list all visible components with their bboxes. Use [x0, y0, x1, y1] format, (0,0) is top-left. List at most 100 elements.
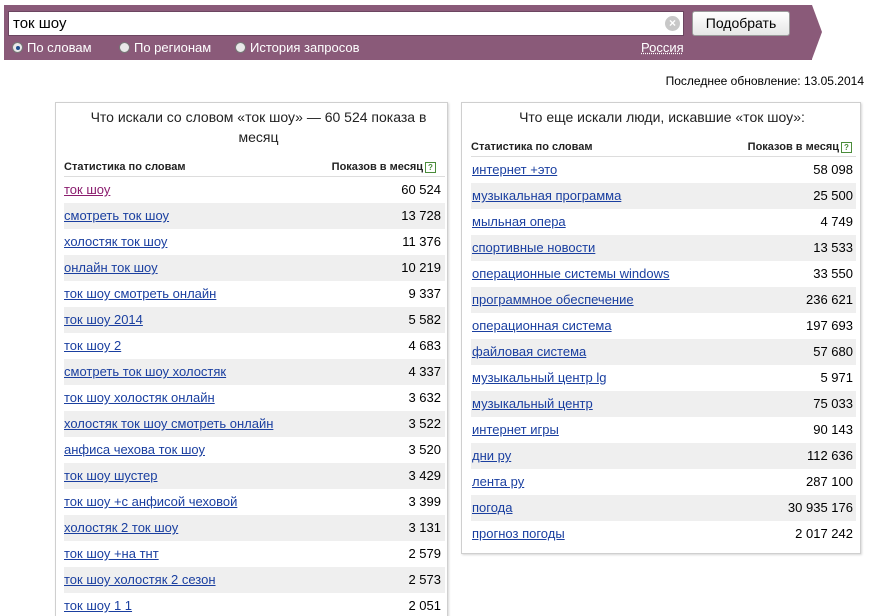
col-count-label: Показов в месяц — [747, 141, 839, 153]
table-row: холостяк ток шоу смотреть онлайн 3 522 — [64, 411, 445, 437]
keyword-link[interactable]: ток шоу 2014 — [64, 307, 143, 333]
impressions-count: 9 337 — [408, 286, 441, 301]
keyword-link[interactable]: ток шоу холостяк 2 сезон — [64, 567, 216, 593]
keyword-link[interactable]: онлайн ток шоу — [64, 255, 158, 281]
table-row: интернет +это 58 098 — [471, 157, 856, 183]
region-link[interactable]: Россия — [641, 40, 684, 55]
table-row: программное обеспечение 236 621 — [471, 287, 856, 313]
keyword-link[interactable]: музыкальный центр — [472, 391, 593, 417]
help-icon[interactable]: ? — [841, 142, 852, 153]
keyword-link[interactable]: холостяк ток шоу смотреть онлайн — [64, 411, 273, 437]
impressions-count: 2 051 — [408, 598, 441, 613]
keyword-link[interactable]: ток шоу +с анфисой чеховой — [64, 489, 237, 515]
keyword-link[interactable]: ток шоу 1 1 — [64, 593, 132, 616]
table-row: интернет игры 90 143 — [471, 417, 856, 443]
table-row: холостяк ток шоу 11 376 — [64, 229, 445, 255]
impressions-count: 2 579 — [408, 546, 441, 561]
keyword-link[interactable]: ток шоу 2 — [64, 333, 121, 359]
mode-by-words[interactable]: По словам — [12, 40, 92, 55]
impressions-count: 3 520 — [408, 442, 441, 457]
table-row: смотреть ток шоу холостяк 4 337 — [64, 359, 445, 385]
radio-icon[interactable] — [235, 42, 246, 53]
table-row: дни ру 112 636 — [471, 443, 856, 469]
table-row: прогноз погоды 2 017 242 — [471, 521, 856, 547]
impressions-count: 3 632 — [408, 390, 441, 405]
keyword-link[interactable]: ток шоу +на тнт — [64, 541, 159, 567]
impressions-count: 3 131 — [408, 520, 441, 535]
keyword-link[interactable]: анфиса чехова ток шоу — [64, 437, 205, 463]
submit-button[interactable]: Подобрать — [692, 11, 790, 36]
table-row: ток шоу холостяк онлайн 3 632 — [64, 385, 445, 411]
keyword-link[interactable]: интернет игры — [472, 417, 559, 443]
impressions-count: 58 098 — [813, 162, 853, 177]
impressions-count: 11 376 — [402, 234, 441, 249]
keyword-link[interactable]: интернет +это — [472, 157, 557, 183]
table-row: операционные системы windows 33 550 — [471, 261, 856, 287]
keyword-link[interactable]: холостяк 2 ток шоу — [64, 515, 178, 541]
keyword-link[interactable]: смотреть ток шоу холостяк — [64, 359, 226, 385]
table-row: спортивные новости 13 533 — [471, 235, 856, 261]
col-count-label: Показов в месяц — [331, 161, 423, 173]
keyword-link[interactable]: прогноз погоды — [472, 521, 565, 547]
last-update-text: Последнее обновление: 13.05.2014 — [665, 74, 864, 88]
keyword-link[interactable]: операционная система — [472, 313, 612, 339]
impressions-count: 2 017 242 — [795, 526, 853, 541]
search-input[interactable] — [9, 12, 659, 35]
table-row: мыльная опера 4 749 — [471, 209, 856, 235]
mode-history[interactable]: История запросов — [235, 40, 360, 55]
keyword-link[interactable]: файловая система — [472, 339, 586, 365]
keyword-link[interactable]: музыкальная программа — [472, 183, 621, 209]
radio-icon[interactable] — [119, 42, 130, 53]
keyword-link[interactable]: музыкальный центр lg — [472, 365, 606, 391]
radio-selected-icon[interactable] — [12, 42, 23, 53]
impressions-count: 10 219 — [401, 260, 441, 275]
table-row: лента ру 287 100 — [471, 469, 856, 495]
words-panel-title: Что искали со словом «ток шоу» — 60 524 … — [90, 109, 427, 145]
impressions-count: 2 573 — [408, 572, 441, 587]
keyword-link[interactable]: ток шоу шустер — [64, 463, 158, 489]
header-arrow-decoration — [812, 5, 822, 59]
impressions-count: 25 500 — [813, 188, 853, 203]
keyword-link[interactable]: погода — [472, 495, 513, 521]
table-row: ток шоу 1 1 2 051 — [64, 593, 445, 616]
keyword-link[interactable]: ток шоу холостяк онлайн — [64, 385, 215, 411]
table-row: ток шоу +с анфисой чеховой 3 399 — [64, 489, 445, 515]
keyword-link[interactable]: ток шоу смотреть онлайн — [64, 281, 216, 307]
table-row: погода 30 935 176 — [471, 495, 856, 521]
impressions-count: 60 524 — [401, 182, 441, 197]
keyword-link[interactable]: спортивные новости — [472, 235, 595, 261]
words-table: ток шоу 60 524 смотреть ток шоу 13 728 холос… — [64, 177, 445, 616]
keyword-link[interactable]: дни ру — [472, 443, 511, 469]
impressions-count: 5 582 — [408, 312, 441, 327]
related-panel: Что еще искали люди, искавшие «ток шоу»:… — [461, 102, 861, 554]
impressions-count: 13 533 — [813, 240, 853, 255]
impressions-count: 33 550 — [813, 266, 853, 281]
help-icon[interactable]: ? — [425, 162, 436, 173]
keyword-link[interactable]: холостяк ток шоу — [64, 229, 167, 255]
table-row: ток шоу +на тнт 2 579 — [64, 541, 445, 567]
table-row: холостяк 2 ток шоу 3 131 — [64, 515, 445, 541]
impressions-count: 287 100 — [806, 474, 853, 489]
keyword-link[interactable]: смотреть ток шоу — [64, 203, 169, 229]
keyword-link[interactable]: программное обеспечение — [472, 287, 634, 313]
col-keyword-header: Статистика по словам — [471, 141, 593, 153]
keyword-link[interactable]: лента ру — [472, 469, 524, 495]
table-row: ток шоу 60 524 — [64, 177, 445, 203]
mode-label: По словам — [27, 40, 92, 55]
keyword-link[interactable]: операционные системы windows — [472, 261, 670, 287]
table-row: музыкальный центр 75 033 — [471, 391, 856, 417]
clear-icon[interactable]: × — [665, 16, 680, 31]
table-row: ток шоу шустер 3 429 — [64, 463, 445, 489]
impressions-count: 112 636 — [806, 448, 853, 463]
keyword-link[interactable]: мыльная опера — [472, 209, 566, 235]
impressions-count: 3 399 — [408, 494, 441, 509]
impressions-count: 4 749 — [820, 214, 853, 229]
keyword-link[interactable]: ток шоу — [64, 177, 110, 203]
impressions-count: 236 621 — [806, 292, 853, 307]
mode-by-regions[interactable]: По регионам — [119, 40, 211, 55]
table-row: файловая система 57 680 — [471, 339, 856, 365]
impressions-count: 5 971 — [820, 370, 853, 385]
words-panel: Что искали со словом «ток шоу» — 60 524 … — [55, 102, 448, 616]
mode-label: История запросов — [250, 40, 360, 55]
table-row: ток шоу смотреть онлайн 9 337 — [64, 281, 445, 307]
